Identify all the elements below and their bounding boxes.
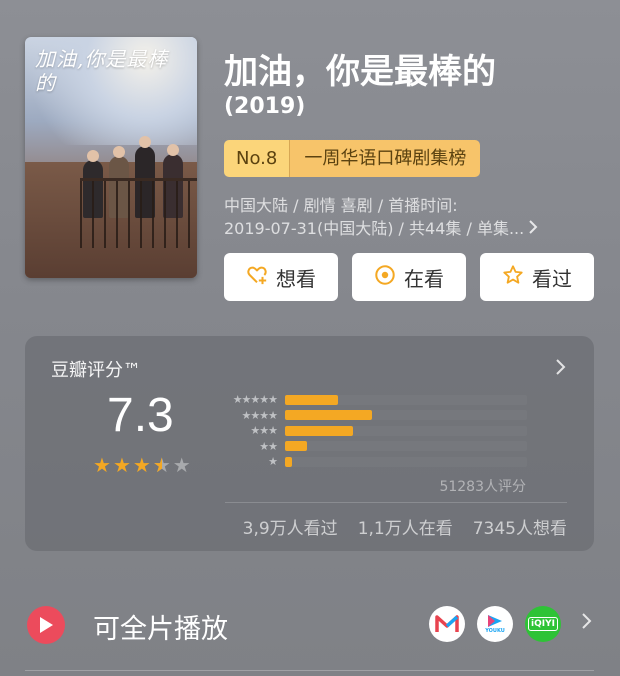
watched-label: 看过 [532, 266, 572, 291]
bar-track [285, 456, 527, 467]
poster-figure-head [139, 136, 151, 148]
rating-stars: ★ ★ ★ ★★ ★ [93, 455, 191, 475]
rating-distribution: ★★★★★ ★★★★ ★★★ ★★ ★ [215, 392, 527, 470]
vote-count: 51283人评分 [439, 479, 526, 495]
watching-count[interactable]: 1,1万人在看 [358, 514, 453, 539]
bar-fill [285, 425, 353, 436]
chevron-right-icon [528, 217, 538, 240]
page-title: 加油，你是最棒的 [224, 52, 496, 92]
rank-number: No.8 [224, 140, 290, 177]
rating-bar-row: ★★★ [215, 423, 527, 439]
iqiyi-text: iQIYI [528, 617, 558, 631]
watching-button[interactable]: 在看 [352, 253, 466, 301]
bar-star-label: ★★★★ [241, 408, 278, 422]
play-icon [27, 606, 65, 644]
rating-bar-row: ★ [215, 454, 527, 470]
mango-tv-icon[interactable] [429, 606, 465, 642]
star-outline-icon [502, 264, 524, 291]
bar-fill [285, 456, 293, 467]
rating-label: 豆瓣评分™ [51, 360, 141, 381]
star-full-icon: ★ [93, 453, 111, 477]
bar-fill [285, 441, 307, 452]
bar-star-label: ★★★ [250, 424, 278, 438]
meta-line-2: 2019-07-31(中国大陆) / 共44集 / 单集... [224, 219, 525, 238]
divider [25, 670, 594, 671]
bar-track [285, 410, 527, 421]
watched-button[interactable]: 看过 [480, 253, 594, 301]
poster-title: 加油,你是最棒的 [35, 47, 169, 95]
bar-star-label: ★★★★★ [232, 393, 278, 407]
want-count[interactable]: 7345人想看 [473, 514, 567, 539]
poster-figure-head [167, 144, 179, 156]
heart-plus-icon [246, 264, 268, 291]
youku-text: YOUKU [485, 628, 505, 634]
bar-fill [285, 410, 373, 421]
poster-image[interactable]: 加油,你是最棒的 [25, 37, 197, 278]
rank-badge[interactable]: No.8 一周华语口碑剧集榜 [224, 140, 481, 177]
star-full-icon: ★ [112, 453, 131, 477]
want-to-watch-button[interactable]: 想看 [224, 253, 338, 301]
target-circle-icon [374, 264, 396, 291]
bar-track [285, 394, 527, 405]
rating-bar-row: ★★ [215, 439, 527, 455]
want-to-watch-label: 想看 [276, 266, 316, 291]
watched-count[interactable]: 3,9万人看过 [243, 514, 338, 539]
iqiyi-icon[interactable]: iQIYI [525, 606, 561, 642]
poster-figure-head [87, 150, 99, 162]
star-empty-icon: ★ [172, 453, 191, 477]
bar-star-label: ★ [268, 455, 278, 469]
star-full-icon: ★ [132, 453, 151, 477]
youku-icon[interactable]: YOUKU [477, 606, 513, 642]
chevron-right-icon[interactable] [581, 610, 592, 635]
release-year: (2019) [224, 94, 306, 119]
meta-info[interactable]: 中国大陆 / 剧情 喜剧 / 首播时间: 2019-07-31(中国大陆) / … [224, 194, 574, 240]
rating-score: 7.3 [107, 389, 174, 442]
bar-track [285, 425, 527, 436]
watching-label: 在看 [404, 266, 444, 291]
audience-stats: 3,9万人看过 1,1万人在看 7345人想看 [243, 514, 567, 539]
star-half-icon: ★★ [152, 453, 171, 477]
play-availability-row[interactable]: 可全片播放 YOUKU iQIYI [25, 598, 594, 653]
action-bar: 想看 在看 看过 [224, 253, 594, 301]
poster-railing [80, 178, 197, 248]
bar-star-label: ★★ [259, 439, 278, 453]
rating-bar-row: ★★★★ [215, 408, 527, 424]
play-label: 可全片播放 [93, 614, 228, 645]
poster-figure-head [113, 146, 125, 158]
meta-line-1: 中国大陆 / 剧情 喜剧 / 首播时间: [224, 196, 458, 215]
rating-card[interactable]: 豆瓣评分™ 7.3 ★ ★ ★ ★★ ★ ★★★★★ ★★★★ ★★★ ★★ ★ [25, 336, 594, 551]
rank-list-name: 一周华语口碑剧集榜 [289, 140, 481, 177]
rating-bar-row: ★★★★★ [215, 392, 527, 408]
bar-track [285, 441, 527, 452]
divider [225, 502, 567, 503]
bar-fill [285, 394, 339, 405]
chevron-right-icon[interactable] [555, 356, 566, 380]
